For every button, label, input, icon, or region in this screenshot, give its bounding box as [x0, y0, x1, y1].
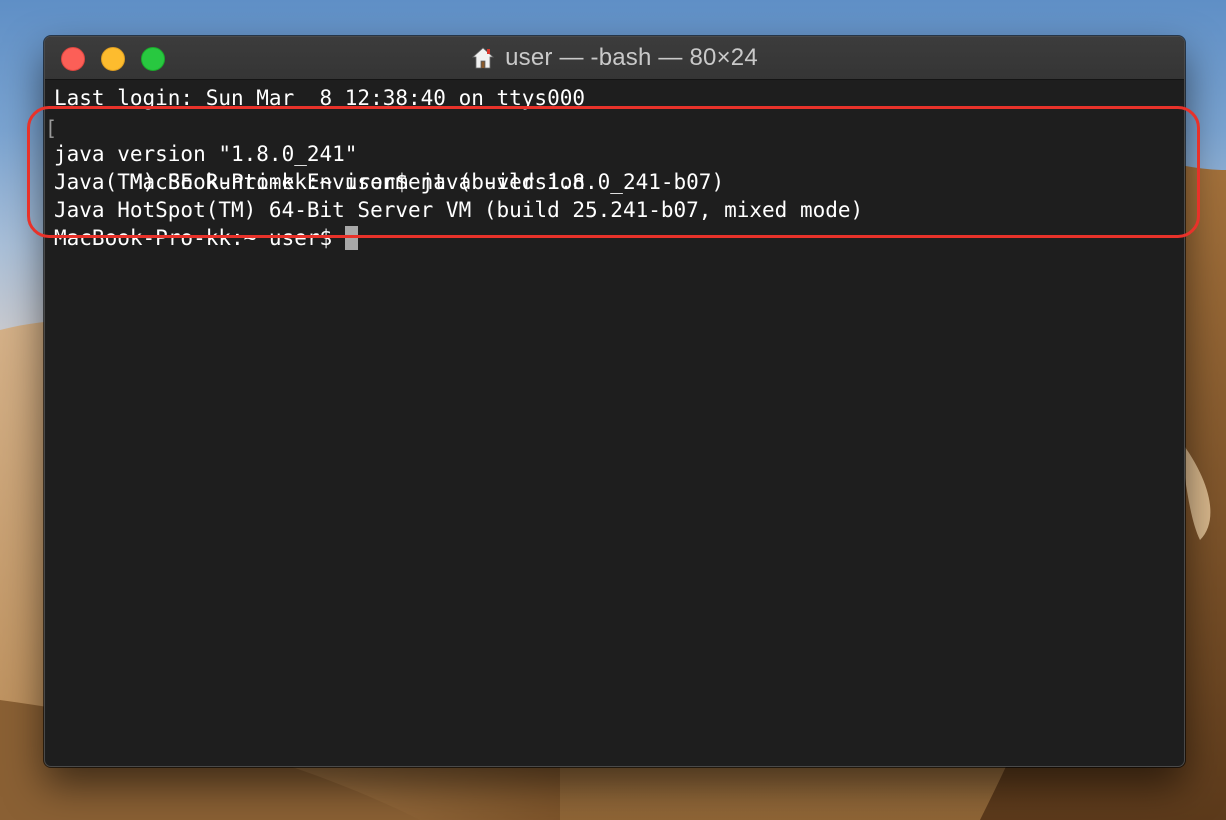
selection-mark-right: ] [1182, 114, 1184, 142]
window-title-group: user — -bash — 80×24 [45, 37, 1184, 79]
terminal-output[interactable]: Last login: Sun Mar 8 12:38:40 on ttys00… [45, 80, 1184, 766]
text-cursor [344, 226, 358, 250]
terminal-line: Java(TM) SE Runtime Environment (build 1… [54, 170, 725, 194]
selection-mark-left: [ [45, 116, 58, 140]
terminal-prompt: MacBook-Pro-kk:~ user$ [54, 226, 345, 250]
window-title: user — -bash — 80×24 [505, 44, 758, 71]
home-icon [472, 47, 495, 69]
terminal-prompt-line[interactable]: MacBook-Pro-kk:~ user$ [54, 224, 1184, 252]
terminal-line: java version "1.8.0_241" [54, 142, 358, 166]
titlebar[interactable]: user — -bash — 80×24 [45, 37, 1184, 80]
terminal-line: Java HotSpot(TM) 64-Bit Server VM (build… [54, 198, 864, 222]
terminal-line: Last login: Sun Mar 8 12:38:40 on ttys00… [54, 86, 586, 110]
terminal-window[interactable]: user — -bash — 80×24 Last login: Sun Mar… [44, 36, 1185, 767]
terminal-line-command: [ MacBook-Pro-kk:~ user$ java -version ] [45, 112, 1184, 194]
